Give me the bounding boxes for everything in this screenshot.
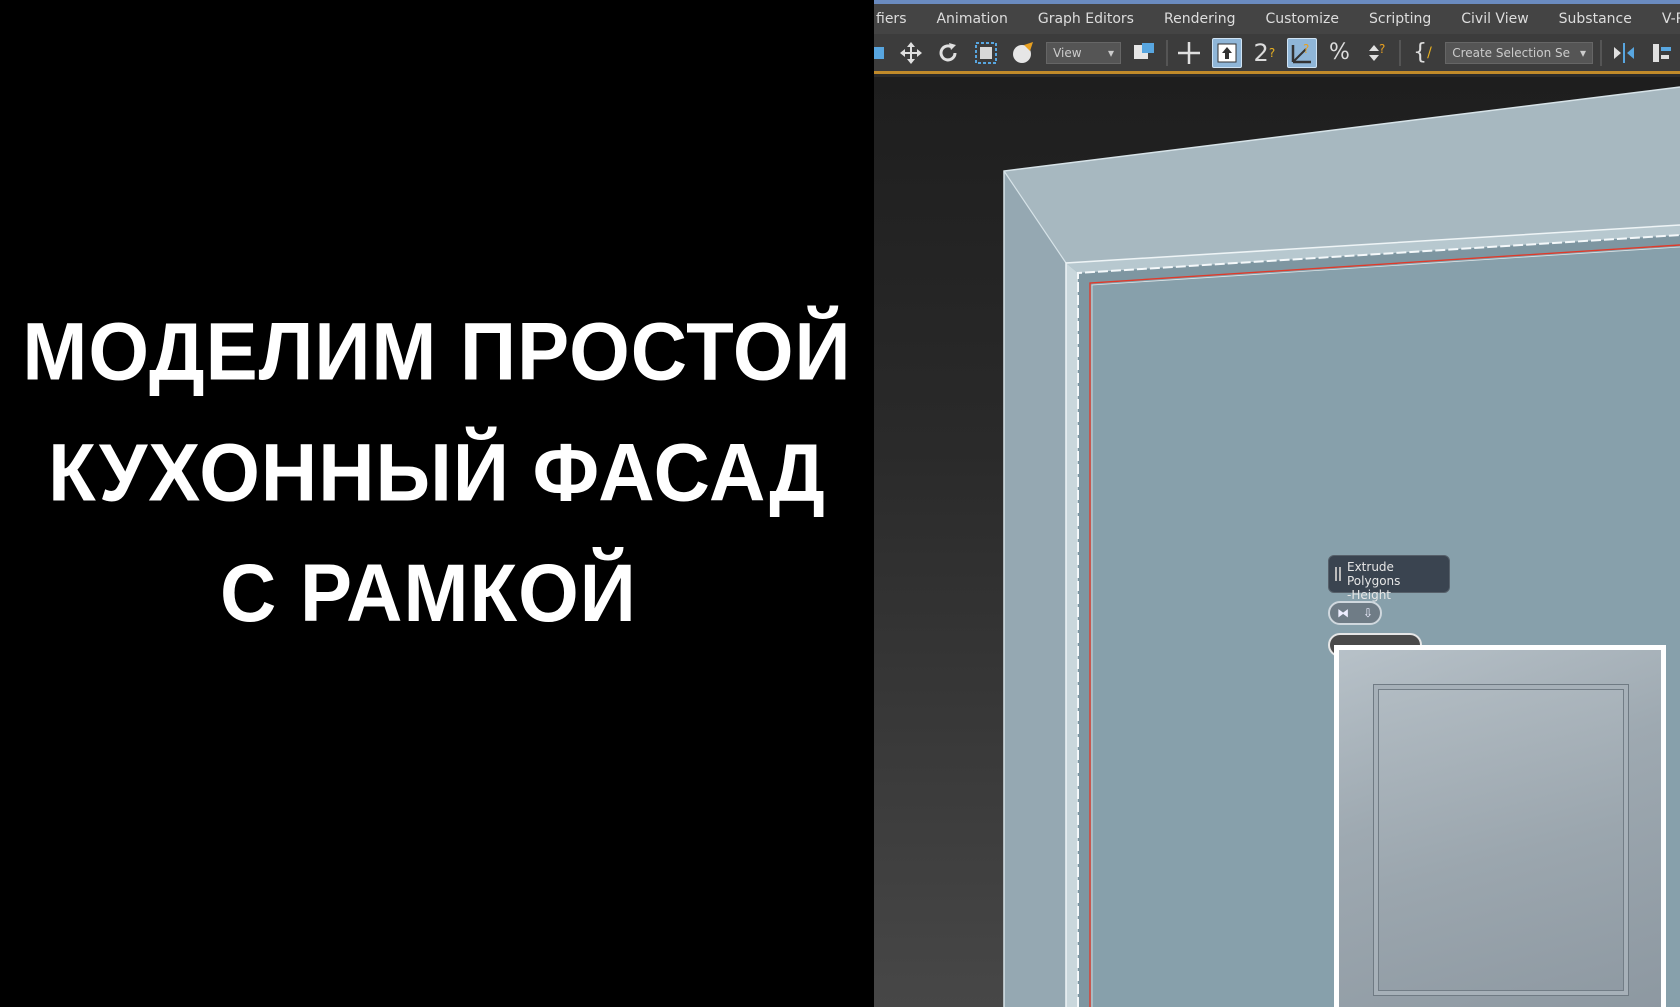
svg-text:?: ? xyxy=(1379,42,1385,56)
menu-item-graph-editors[interactable]: Graph Editors xyxy=(1023,11,1149,27)
caddy-title-line-2: -Height xyxy=(1347,588,1391,602)
toolbar-separator xyxy=(1165,39,1168,66)
move-icon[interactable] xyxy=(896,38,926,68)
spinner-snap-icon[interactable]: ? xyxy=(1362,38,1392,68)
result-preview-inset xyxy=(1334,645,1666,1007)
group-extrude-icon[interactable]: ⧓ xyxy=(1337,606,1349,620)
caddy-title-line-1: Extrude Polygons xyxy=(1347,560,1401,588)
svg-text:?: ? xyxy=(1303,42,1309,56)
percent-snap-icon[interactable]: % xyxy=(1325,38,1355,68)
dropdown-arrow-icon: ▾ xyxy=(1579,45,1586,60)
menu-item-v-ray[interactable]: V-Ray xyxy=(1647,11,1680,27)
angle-snap-icon[interactable]: ? xyxy=(1287,37,1317,68)
preview-door-panel xyxy=(1373,684,1629,996)
extrude-polygons-caddy[interactable]: Extrude Polygons -Height xyxy=(1328,555,1450,602)
mirror-icon[interactable] xyxy=(1609,38,1639,68)
rotate-icon[interactable] xyxy=(934,38,964,68)
menu-item-fiers[interactable]: fiers xyxy=(874,11,921,27)
select-manipulate-icon[interactable] xyxy=(1175,38,1205,68)
snap-toggle-icon[interactable]: 2? xyxy=(1250,38,1280,68)
3ds-max-window: fiers Animation Graph Editors Rendering Cust… xyxy=(874,0,1680,1007)
scale-icon[interactable] xyxy=(971,38,1001,68)
named-selection-icon[interactable]: {/ xyxy=(1408,38,1438,68)
title-line-1: МОДЕЛИМ ПРОСТОЙ xyxy=(22,305,852,398)
menu-item-scripting[interactable]: Scripting xyxy=(1354,11,1446,27)
perspective-viewport[interactable]: Extrude Polygons -Height ⧓ ⇩ xyxy=(874,77,1680,1007)
menu-item-customize[interactable]: Customize xyxy=(1250,11,1354,27)
menu-item-rendering[interactable]: Rendering xyxy=(1149,11,1251,27)
caddy-extrusion-type[interactable]: ⧓ ⇩ xyxy=(1328,601,1382,625)
selection-set-select[interactable]: Create Selection Se ▾ xyxy=(1445,41,1593,64)
menu-item-animation[interactable]: Animation xyxy=(921,11,1022,27)
title-line-3: С РАМКОЙ xyxy=(220,546,637,639)
frame-left-lip xyxy=(1066,263,1078,1007)
place-icon[interactable] xyxy=(1009,38,1039,68)
menu-bar: fiers Animation Graph Editors Rendering Cust… xyxy=(874,0,1680,34)
video-title: МОДЕЛИМ ПРОСТОЙ КУХОННЫЙ ФАСАД С РАМКОЙ xyxy=(0,291,874,653)
align-icon[interactable] xyxy=(1646,38,1676,68)
menu-item-substance[interactable]: Substance xyxy=(1544,11,1647,27)
reference-coordinate-select[interactable]: View ▾ xyxy=(1046,41,1122,64)
select-region-icon[interactable] xyxy=(874,38,888,68)
caddy-grip-icon[interactable] xyxy=(1335,567,1341,581)
menu-item-civil-view[interactable]: Civil View xyxy=(1446,11,1543,27)
view-select-value: View xyxy=(1053,45,1082,60)
pivot-center-icon[interactable] xyxy=(1129,38,1159,68)
toolbar-separator xyxy=(1600,39,1602,66)
dropdown-arrow-icon: ▾ xyxy=(1108,45,1115,60)
door-left-bevel xyxy=(1004,171,1066,1007)
title-line-2: КУХОННЫЙ ФАСАД xyxy=(48,425,826,519)
local-normal-icon[interactable]: ⇩ xyxy=(1363,606,1373,620)
selection-set-value: Create Selection Se xyxy=(1452,45,1570,60)
toolbar-separator xyxy=(1398,39,1401,66)
keyboard-shortcut-override-icon[interactable] xyxy=(1212,37,1242,68)
main-toolbar: View ▾ 2? ? % ? {/ Create Selection Se ▾ xyxy=(874,34,1680,74)
title-panel: МОДЕЛИМ ПРОСТОЙ КУХОННЫЙ ФАСАД С РАМКОЙ xyxy=(0,0,874,1007)
